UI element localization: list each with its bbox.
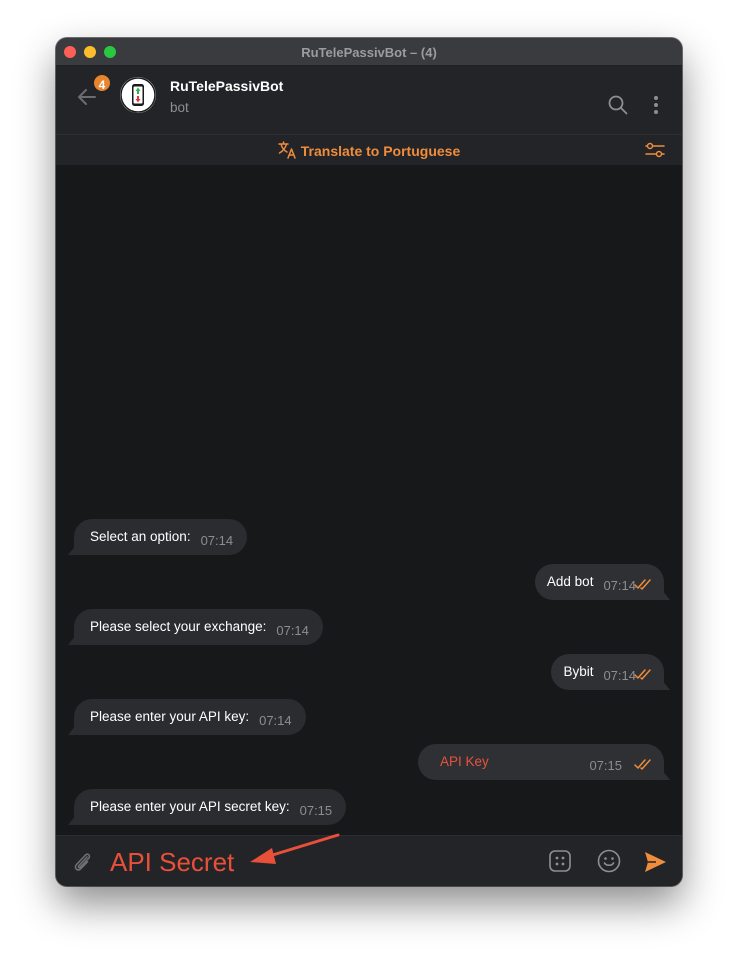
- message-time: 07:14: [276, 623, 309, 638]
- send-button[interactable]: [642, 849, 668, 875]
- send-icon: [645, 852, 666, 872]
- message-text: API Key: [440, 754, 489, 769]
- translate-bar: Translate to Portuguese: [56, 134, 682, 165]
- attach-button[interactable]: [70, 849, 94, 875]
- translate-settings-button[interactable]: [644, 140, 666, 160]
- emoji-icon: [597, 849, 621, 873]
- message-time: 07:14: [200, 533, 234, 548]
- message-text: Please enter your API key:: [90, 709, 250, 724]
- message-time: 07:14: [259, 713, 292, 728]
- message-time: 07:15: [589, 758, 622, 773]
- chat-name[interactable]: RuTelePassivBot: [170, 78, 283, 94]
- message-time: 07:14: [603, 668, 636, 683]
- message-outgoing[interactable]: API Key 07:15: [418, 744, 670, 780]
- message-text: Select an option:: [90, 529, 191, 544]
- bot-avatar[interactable]: [120, 77, 156, 113]
- paperclip-icon: [74, 853, 91, 871]
- message-text: Bybit: [563, 664, 594, 679]
- message-list[interactable]: Select an option: 07:14 Add bot 07:14 Plea…: [56, 165, 682, 835]
- more-menu-button[interactable]: [648, 93, 664, 117]
- unread-count-badge: 4: [92, 73, 112, 93]
- stickers-button[interactable]: [548, 849, 572, 873]
- search-icon: [608, 95, 628, 115]
- message-time: 07:15: [299, 803, 333, 818]
- message-outgoing[interactable]: Add bot 07:14: [534, 564, 670, 600]
- translate-icon: [278, 141, 296, 159]
- message-text: Add bot: [546, 574, 594, 589]
- chat-header: 4 RuTelePassivBot bot: [56, 66, 682, 134]
- message-text: Please enter your API secret key:: [90, 799, 290, 814]
- window-title: RuTelePassivBot – (4): [301, 45, 437, 60]
- settings-sliders-icon: [645, 142, 665, 158]
- telegram-window: RuTelePassivBot – (4) 4 RuTelePassivBot …: [56, 38, 682, 886]
- read-checkmarks-icon: [634, 669, 651, 680]
- message-incoming[interactable]: Please enter your API secret key: 07:15: [68, 789, 347, 825]
- translate-button[interactable]: Translate to Portuguese: [56, 141, 682, 159]
- message-composer: [56, 835, 682, 886]
- message-outgoing[interactable]: Bybit 07:14: [551, 654, 670, 690]
- message-text: Please select your exchange:: [90, 619, 267, 634]
- message-input[interactable]: [110, 845, 410, 879]
- more-vertical-icon: [654, 96, 658, 114]
- search-button[interactable]: [606, 93, 630, 117]
- emoji-button[interactable]: [596, 848, 622, 874]
- read-checkmarks-icon: [634, 579, 651, 590]
- translate-label: Translate to Portuguese: [300, 143, 461, 159]
- stickers-icon: [549, 850, 571, 872]
- bot-avatar-icon: [120, 77, 156, 113]
- chat-subtitle: bot: [170, 100, 189, 115]
- read-checkmarks-icon: [634, 759, 651, 770]
- title-bar: RuTelePassivBot – (4): [56, 38, 682, 66]
- message-incoming[interactable]: Please select your exchange: 07:14: [68, 609, 323, 645]
- message-time: 07:14: [603, 578, 636, 593]
- message-incoming[interactable]: Please enter your API key: 07:14: [68, 699, 306, 735]
- message-incoming[interactable]: Select an option: 07:14: [68, 519, 248, 555]
